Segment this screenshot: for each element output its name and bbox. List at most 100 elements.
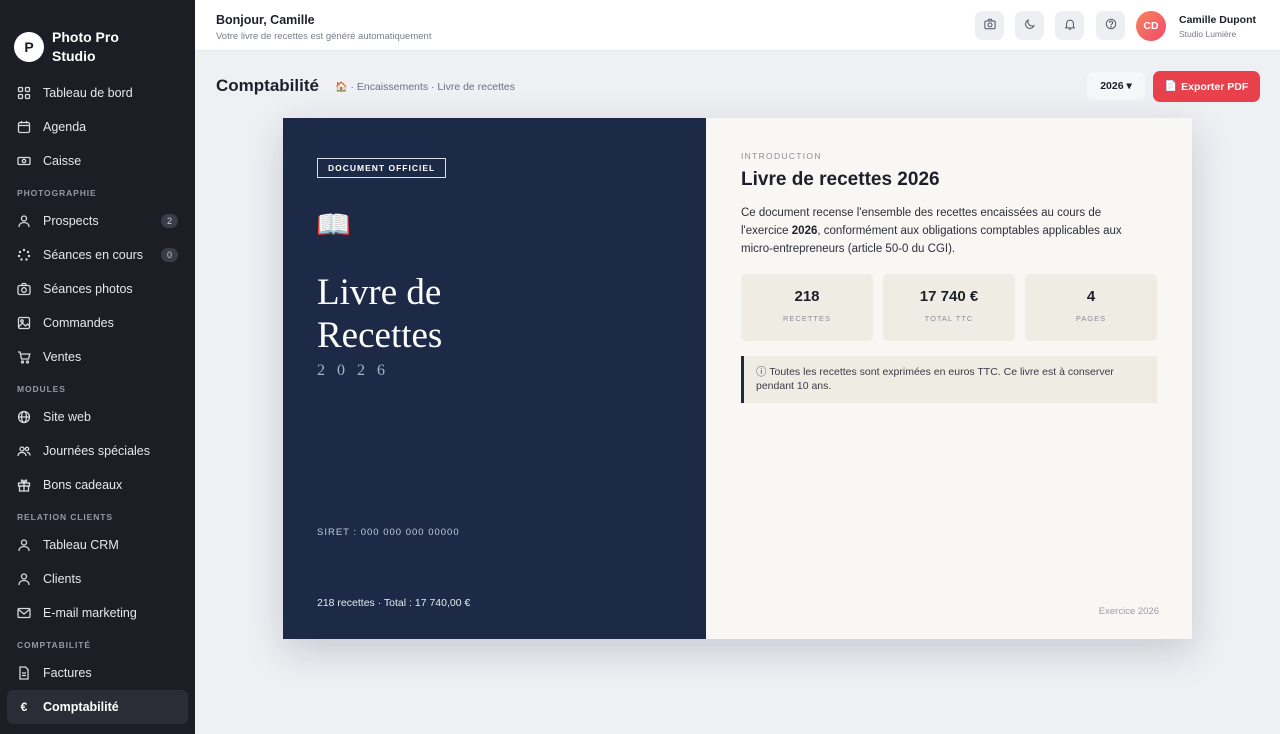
brand-logo: P [14, 32, 44, 62]
sidebar-item-factures[interactable]: Factures [7, 656, 188, 690]
sidebar-item-agenda[interactable]: Agenda [7, 110, 188, 144]
sidebar-item-label: Comptabilité [43, 700, 119, 714]
section-title-comptabilite: COMPTABILITÉ [17, 640, 91, 650]
sidebar-item-label: Séances en cours [43, 248, 144, 262]
sidebar-item-comptabilite[interactable]: € Comptabilité [7, 690, 188, 724]
sidebar: P Photo Pro Studio Tableau de bord Agend… [0, 0, 195, 734]
sidebar-item-label: Tableau de bord [43, 86, 133, 100]
image-icon [17, 316, 31, 330]
stat-label: PAGES [1075, 314, 1107, 323]
sidebar-item-label: Prospects [43, 214, 99, 228]
user-name[interactable]: Camille Dupont [1179, 14, 1256, 26]
cover-summary: 218 recettes · Total : 17 740,00 € [317, 597, 471, 609]
spinner-icon [17, 248, 31, 262]
grid-icon [17, 86, 31, 100]
export-pdf-label: Exporter PDF [1181, 80, 1249, 93]
book-cover: DOCUMENT OFFICIEL 📖 Livre de Recettes 20… [283, 118, 706, 639]
breadcrumb-path[interactable]: · Encaissements · Livre de recettes [350, 81, 515, 93]
camera-button[interactable] [975, 11, 1004, 40]
sidebar-item-label: Séances photos [43, 282, 133, 296]
breadcrumb: 🏠 · Encaissements · Livre de recettes [335, 81, 515, 93]
count-badge: 2 [161, 214, 178, 228]
document-tag: DOCUMENT OFFICIEL [317, 158, 447, 178]
sidebar-item-tableau-de-bord[interactable]: Tableau de bord [7, 76, 188, 110]
brand[interactable]: P Photo Pro Studio [0, 0, 195, 76]
sidebar-item-label: Factures [43, 666, 92, 680]
cover-title: Livre de Recettes [317, 271, 617, 357]
stat-card: 4 PAGES [1025, 274, 1157, 341]
sidebar-item-ventes[interactable]: Ventes [7, 340, 188, 374]
cover-siret: SIRET : 000 000 000 00000 [317, 527, 460, 538]
sidebar-item-bons-cadeaux[interactable]: Bons cadeaux [7, 468, 188, 502]
cover-title-line2: Recettes [317, 315, 443, 356]
sidebar-item-label: Commandes [43, 316, 114, 330]
stat-label: RECETTES [782, 314, 831, 323]
home-icon[interactable]: 🏠 [335, 82, 347, 93]
year-select[interactable]: 2026 ▾ [1087, 72, 1145, 100]
bell-icon [1064, 17, 1076, 35]
sidebar-item-label: Site web [43, 410, 91, 424]
greeting: Bonjour, Camille [216, 13, 315, 27]
euro-icon: € [20, 700, 28, 714]
stat-card: 17 740 € TOTAL TTC [883, 274, 1015, 341]
introduction-page: INTRODUCTION Livre de recettes 2026 Ce d… [706, 118, 1192, 639]
intro-kicker: INTRODUCTION [741, 151, 822, 161]
info-notice: ⓘ Toutes les recettes sont exprimées en … [741, 356, 1157, 403]
stat-value: 17 740 € [919, 288, 979, 305]
file-icon: 📄 [1164, 81, 1178, 92]
gift-icon [17, 478, 31, 492]
user-studio: Studio Lumière [1179, 29, 1237, 39]
sidebar-item-label: E-mail marketing [43, 606, 137, 620]
notifications-button[interactable] [1055, 11, 1084, 40]
brand-name: Photo Pro Studio [52, 29, 119, 64]
user-icon [17, 538, 31, 552]
sidebar-item-seances-en-cours[interactable]: Séances en cours 0 [7, 238, 188, 272]
dark-mode-button[interactable] [1015, 11, 1044, 40]
sidebar-item-site-web[interactable]: Site web [7, 400, 188, 434]
sidebar-item-label: Tableau CRM [43, 538, 119, 552]
sidebar-item-prospects[interactable]: Prospects 2 [7, 204, 188, 238]
section-title-photographie: PHOTOGRAPHIE [17, 188, 97, 198]
sidebar-item-label: Clients [43, 572, 82, 586]
camera-icon [17, 282, 31, 296]
top-bar: Bonjour, Camille Votre livre de recettes… [195, 0, 1280, 51]
help-icon [1105, 17, 1117, 35]
intro-text-year: 2026 [791, 225, 818, 237]
help-button[interactable] [1096, 11, 1125, 40]
sidebar-item-caisse[interactable]: Caisse [7, 144, 188, 178]
open-book-icon: 📖 [316, 209, 351, 240]
avatar[interactable]: CD [1136, 11, 1166, 41]
sidebar-item-email-marketing[interactable]: E-mail marketing [7, 596, 188, 630]
cart-icon [17, 350, 31, 364]
stat-label: TOTAL TTC [924, 314, 974, 323]
user-icon [17, 214, 31, 228]
sidebar-item-label: Agenda [43, 120, 87, 134]
sidebar-item-label: Bons cadeaux [43, 478, 123, 492]
mail-icon [17, 606, 31, 620]
globe-icon [17, 410, 31, 424]
stat-value: 4 [1086, 288, 1096, 305]
stat-value: 218 [794, 288, 820, 305]
camera-icon [983, 17, 996, 35]
export-pdf-button[interactable]: 📄 Exporter PDF [1153, 71, 1260, 102]
sidebar-item-journees-speciales[interactable]: Journées spéciales [7, 434, 188, 468]
sidebar-item-commandes[interactable]: Commandes [7, 306, 188, 340]
page-title: Comptabilité [216, 76, 319, 95]
intro-title: Livre de recettes 2026 [741, 169, 940, 190]
calendar-icon [17, 120, 31, 134]
sidebar-item-seances-photos[interactable]: Séances photos [7, 272, 188, 306]
cover-year: 2026 [317, 362, 397, 379]
user-icon [17, 572, 31, 586]
page-footer: Exercice 2026 [1098, 606, 1159, 617]
intro-text: Ce document recense l'ensemble des recet… [741, 204, 1141, 258]
stat-card: 218 RECETTES [741, 274, 873, 341]
cash-icon [17, 154, 31, 168]
sidebar-item-clients[interactable]: Clients [7, 562, 188, 596]
sidebar-item-label: Caisse [43, 154, 82, 168]
section-title-relation-clients: RELATION CLIENTS [17, 512, 113, 522]
sidebar-item-label: Journées spéciales [43, 444, 151, 458]
sidebar-item-tableau-crm[interactable]: Tableau CRM [7, 528, 188, 562]
users-icon [17, 444, 31, 458]
section-title-modules: MODULES [17, 384, 66, 394]
book-preview: DOCUMENT OFFICIEL 📖 Livre de Recettes 20… [283, 118, 1192, 639]
